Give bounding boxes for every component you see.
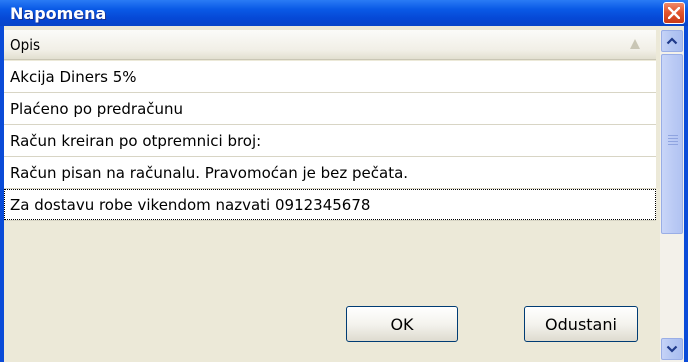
list-item[interactable]: Plaćeno po predračunu: [4, 93, 656, 125]
ok-button[interactable]: OK: [346, 306, 458, 342]
list-item-selected[interactable]: Za dostavu robe vikendom nazvati 0912345…: [4, 189, 656, 221]
scroll-down-button[interactable]: [661, 338, 683, 360]
chevron-up-icon: [666, 37, 678, 45]
window-title: Napomena: [10, 4, 107, 23]
close-icon: [668, 7, 680, 19]
column-header-label: Opis: [10, 36, 40, 54]
row-text: Plaćeno po predračunu: [10, 100, 184, 118]
sort-ascending-icon: [630, 39, 640, 49]
scroll-up-button[interactable]: [661, 30, 683, 52]
dialog-window: Napomena Opis Akcija Diners 5% Plaćeno p…: [0, 0, 688, 362]
list-item[interactable]: Račun kreiran po otpremnici broj:: [4, 125, 656, 157]
grip-icon: [668, 135, 678, 145]
row-text: Račun pisan na računalu. Pravomoćan je b…: [10, 164, 409, 182]
vertical-scrollbar[interactable]: [660, 30, 684, 362]
scroll-thumb[interactable]: [661, 54, 683, 234]
column-header-opis[interactable]: Opis: [4, 30, 656, 60]
close-button[interactable]: [663, 2, 685, 24]
list-item[interactable]: Račun pisan na računalu. Pravomoćan je b…: [4, 157, 656, 189]
row-text: Za dostavu robe vikendom nazvati 0912345…: [10, 196, 371, 214]
cancel-button[interactable]: Odustani: [524, 306, 638, 342]
list-item[interactable]: Akcija Diners 5%: [4, 61, 656, 93]
row-text: Akcija Diners 5%: [10, 68, 137, 86]
chevron-down-icon: [666, 345, 678, 353]
title-bar[interactable]: Napomena: [0, 0, 688, 26]
row-text: Račun kreiran po otpremnici broj:: [10, 132, 262, 150]
